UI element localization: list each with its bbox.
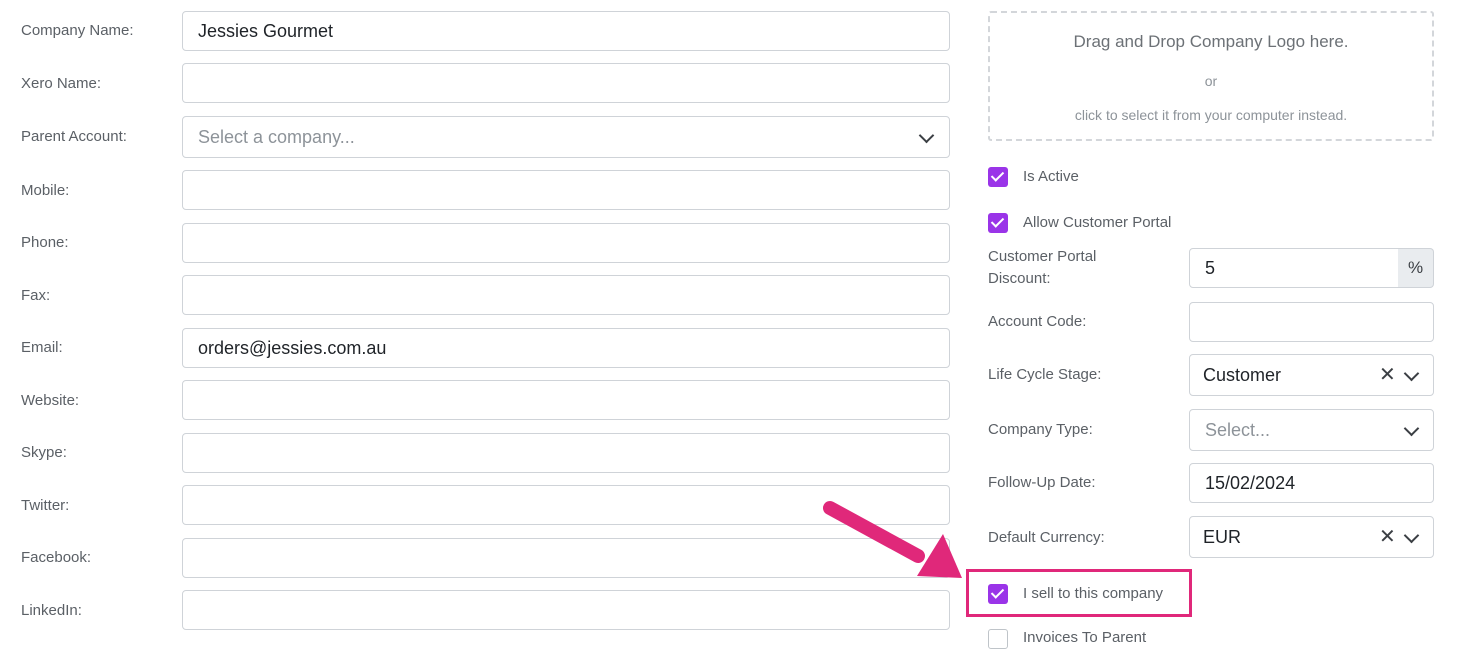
annotation-arrow-icon — [823, 501, 962, 578]
